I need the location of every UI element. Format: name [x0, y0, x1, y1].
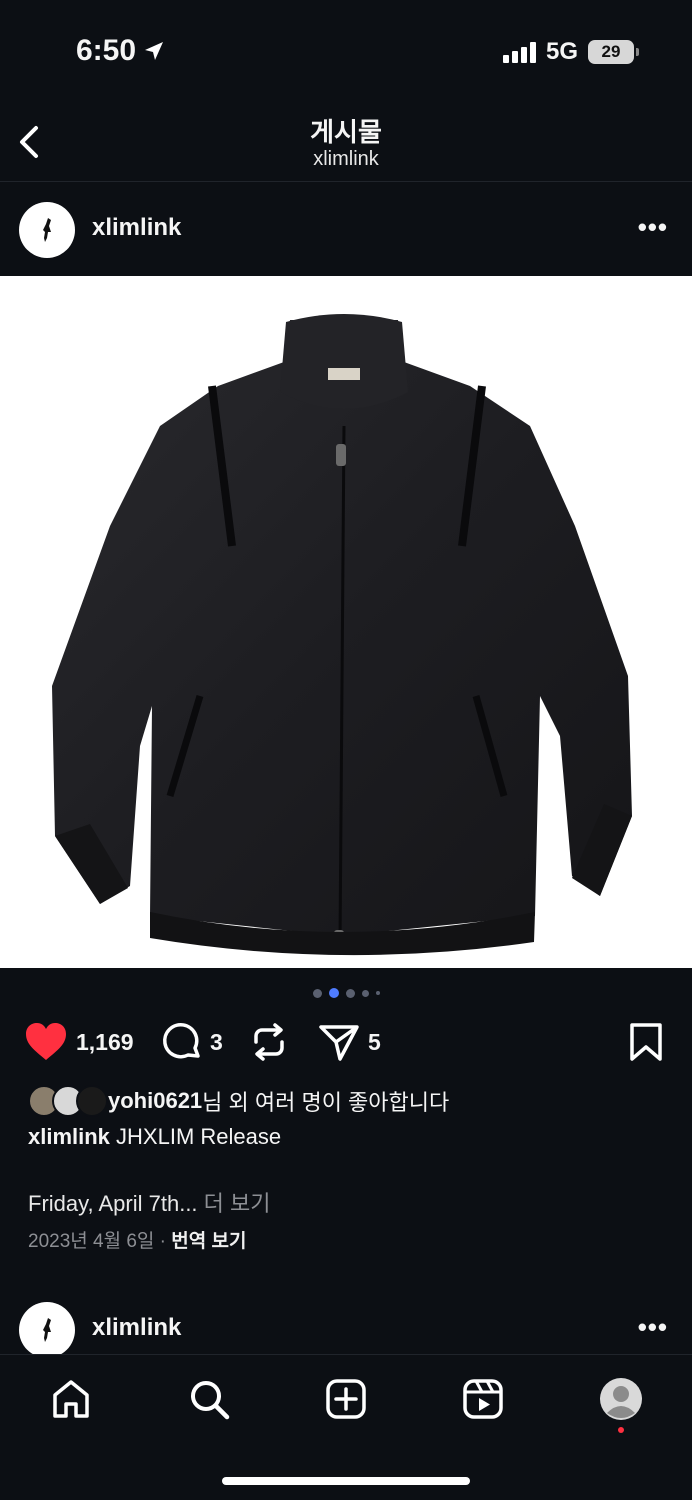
tab-reels[interactable]: [459, 1375, 507, 1423]
more-horizontal-icon[interactable]: •••: [638, 1312, 668, 1343]
avatar[interactable]: [19, 1302, 75, 1356]
post-header-bar: 게시물 xlimlink: [0, 100, 692, 182]
post-date: 2023년 4월 6일: [28, 1231, 155, 1252]
see-more-link[interactable]: 더 보기: [198, 1191, 271, 1216]
liked-by-text: 님 외 여러 명이 좋아합니다: [202, 1090, 450, 1115]
clock: 6:50: [76, 34, 137, 67]
liked-by-row[interactable]: yohi0621 님 외 여러 명이 좋아합니다: [28, 1084, 449, 1118]
share-count[interactable]: 5: [368, 1029, 381, 1056]
post-username[interactable]: xlimlink: [92, 214, 181, 242]
bottom-tab-bar: [0, 1354, 692, 1500]
like-count[interactable]: 1,169: [76, 1029, 134, 1056]
caption-preview-text: Friday, April 7th...: [28, 1191, 198, 1216]
avatar[interactable]: [19, 202, 75, 258]
carousel-dot: [345, 988, 355, 998]
status-time: 6:50: [76, 34, 166, 68]
page-subtitle[interactable]: xlimlink: [0, 148, 692, 171]
like-button[interactable]: 1,169: [24, 1022, 134, 1062]
repost-button[interactable]: [250, 1022, 288, 1062]
comment-count[interactable]: 3: [210, 1029, 223, 1056]
home-indicator: [222, 1477, 470, 1485]
profile-icon: [600, 1378, 642, 1420]
repost-icon: [254, 1023, 284, 1061]
tab-create[interactable]: [322, 1375, 370, 1423]
comment-button[interactable]: 3: [162, 1022, 223, 1062]
liker-avatars: [28, 1084, 108, 1118]
notification-dot: [618, 1427, 624, 1433]
caption: xlimlink JHXLIM Release: [28, 1124, 281, 1150]
next-post-username[interactable]: xlimlink: [92, 1314, 181, 1342]
avatar-figure-icon: [43, 218, 51, 242]
post-actions: 1,169 3 5: [0, 1020, 692, 1070]
page-title: 게시물: [310, 117, 382, 147]
tab-search[interactable]: [185, 1375, 233, 1423]
translate-link[interactable]: 번역 보기: [171, 1231, 246, 1252]
carousel-indicator: [0, 988, 692, 998]
jacket-image: [52, 314, 632, 956]
reels-icon: [463, 1379, 503, 1419]
post-author-row: xlimlink •••: [0, 182, 692, 276]
heart-filled-icon: [26, 1023, 66, 1060]
next-post-author-row: xlimlink •••: [0, 1300, 692, 1356]
separator: ·: [154, 1231, 172, 1252]
location-arrow-icon: [145, 42, 164, 60]
caption-text: JHXLIM Release: [109, 1124, 282, 1149]
tab-home[interactable]: [47, 1375, 95, 1423]
network-type: 5G: [545, 38, 578, 65]
home-icon: [53, 1380, 89, 1418]
post-date-row: 2023년 4월 6일 · 번역 보기: [28, 1226, 247, 1253]
tab-profile[interactable]: [597, 1375, 645, 1423]
carousel-dot: [312, 988, 322, 998]
create-icon: [326, 1379, 366, 1419]
comment-icon: [163, 1023, 200, 1059]
battery-icon: 29: [588, 40, 639, 64]
more-horizontal-icon[interactable]: •••: [638, 212, 668, 243]
avatar: [76, 1085, 108, 1117]
status-indicators: 5G 29: [502, 38, 639, 66]
bookmark-icon: [630, 1023, 662, 1061]
send-icon: [319, 1025, 359, 1061]
carousel-dot: [375, 991, 380, 995]
carousel-dot-active: [328, 988, 339, 998]
status-bar: 6:50 5G 29: [0, 0, 692, 100]
search-icon: [191, 1381, 230, 1420]
post-image[interactable]: [0, 276, 692, 968]
caption-preview[interactable]: Friday, April 7th... 더 보기: [28, 1186, 271, 1218]
avatar-figure-icon: [43, 1318, 51, 1342]
share-button[interactable]: 5: [318, 1022, 381, 1062]
caption-username[interactable]: xlimlink: [28, 1124, 110, 1149]
save-button[interactable]: [628, 1022, 664, 1062]
liked-by-user[interactable]: yohi0621: [108, 1088, 202, 1114]
carousel-dot: [361, 989, 369, 997]
signal-icon: [502, 41, 536, 63]
